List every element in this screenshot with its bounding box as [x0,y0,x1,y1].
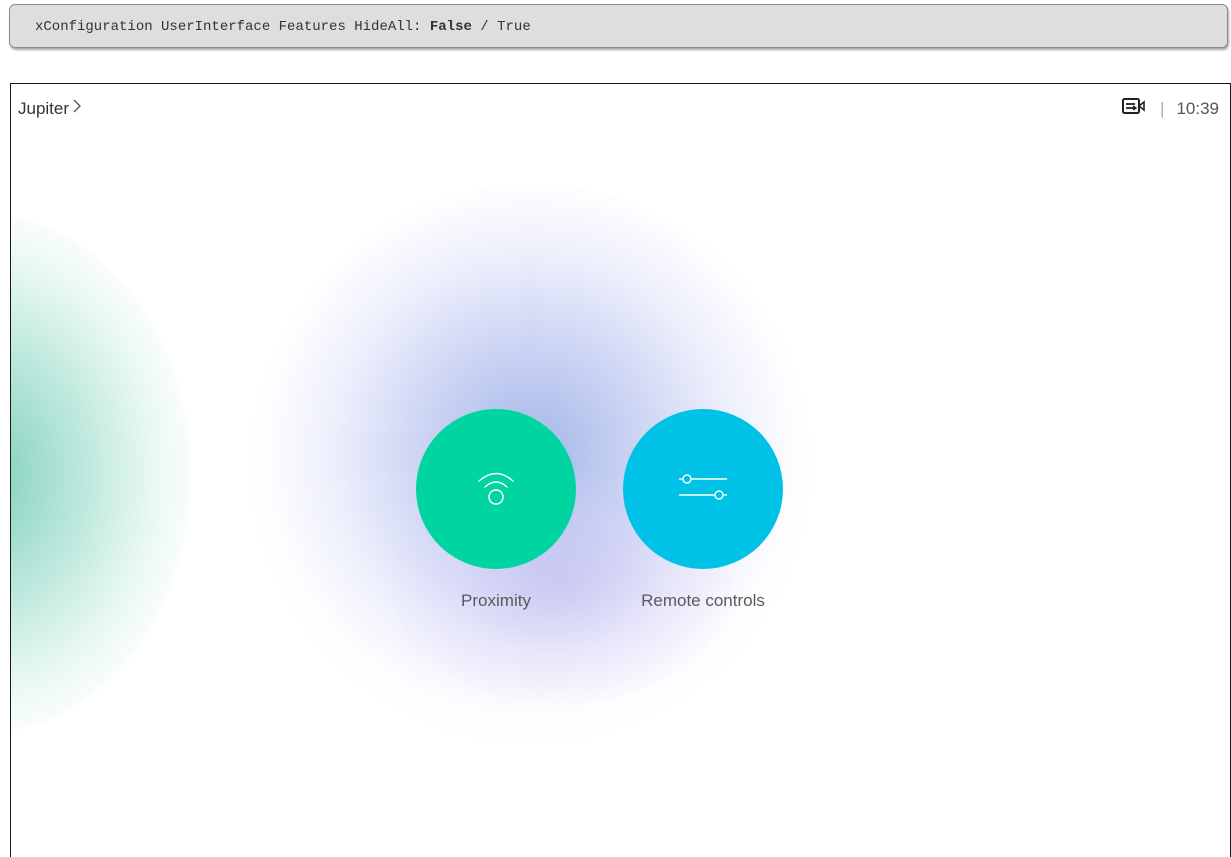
sliders-icon [677,467,729,512]
room-name: Jupiter [18,98,70,118]
room-name-breadcrumb[interactable]: Jupiter [18,98,82,119]
proximity-tile[interactable]: Proximity [401,409,591,611]
remote-controls-button[interactable] [623,409,783,569]
proximity-wifi-icon [473,464,519,515]
config-command-text: xConfiguration UserInterface Features Hi… [35,19,430,35]
camera-display-icon[interactable] [1122,97,1146,120]
background-glow-left [11,214,191,734]
proximity-label: Proximity [461,591,531,610]
touch-panel-screen: Jupiter | 10:39 Proximity Remote control… [10,83,1231,857]
remote-controls-label: Remote controls [641,591,765,610]
config-value-separator: / [471,19,498,35]
config-value-false: False [429,19,472,35]
status-area: | 10:39 [1122,97,1219,120]
proximity-button[interactable] [416,409,576,569]
status-separator: | [1160,98,1165,118]
chevron-right-icon [72,98,82,119]
config-command-bar: xConfiguration UserInterface Features Hi… [9,4,1228,48]
config-value-true: True [497,19,531,35]
remote-controls-tile[interactable]: Remote controls [608,409,798,611]
clock-time: 10:39 [1176,98,1219,118]
